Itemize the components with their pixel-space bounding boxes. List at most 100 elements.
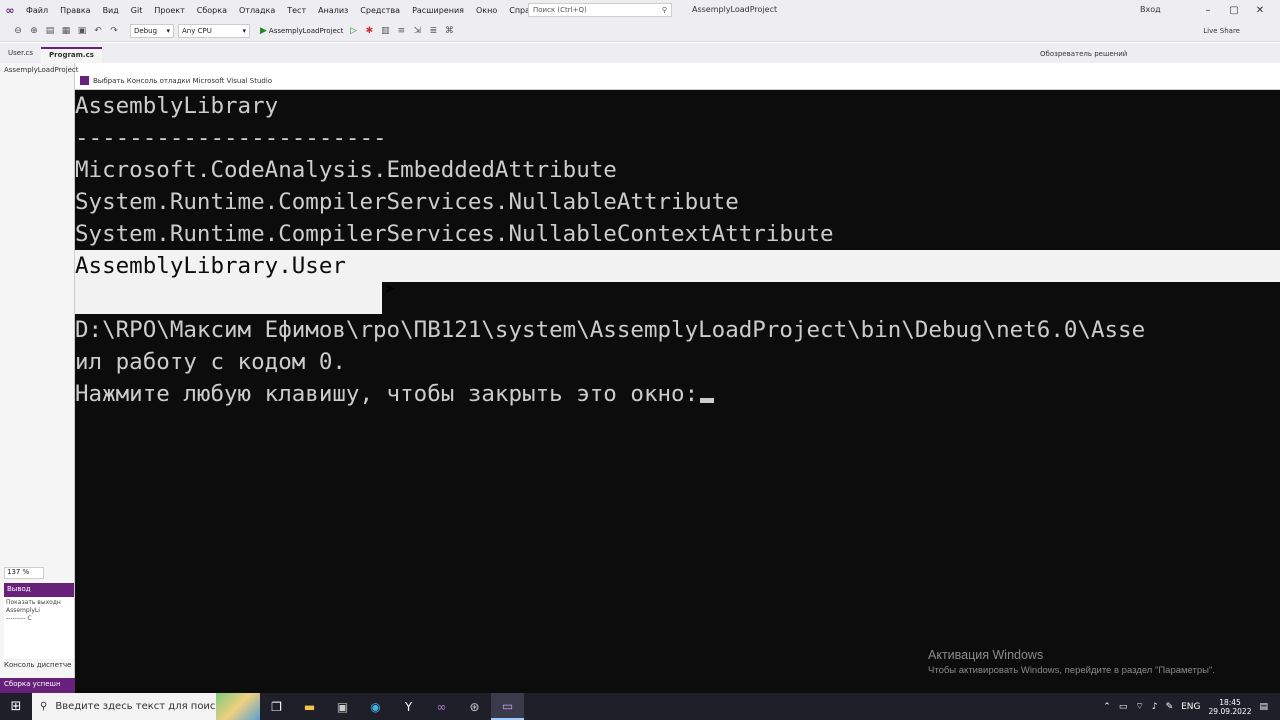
wifi-icon[interactable]: ⌔: [1135, 701, 1143, 712]
back-icon[interactable]: ⊖: [12, 25, 24, 37]
menu-item-analyze[interactable]: Анализ: [312, 6, 354, 15]
sign-in-link[interactable]: Вход: [1140, 5, 1161, 14]
windows-activation-watermark: Активация Windows Чтобы активировать Win…: [928, 648, 1215, 676]
console-line: ил работу с кодом 0.: [75, 349, 346, 375]
search-icon: ⚲: [661, 6, 667, 14]
clock-date: 29.09.2022: [1208, 706, 1252, 716]
mouse-pointer-icon: ➤: [384, 281, 396, 297]
maximize-icon[interactable]: ▢: [1226, 2, 1242, 18]
chevron-down-icon: ▾: [242, 26, 246, 35]
console-prompt-text: Нажмите любую клавишу, чтобы закрыть это…: [75, 381, 699, 407]
language-indicator[interactable]: ENG: [1181, 702, 1200, 712]
configuration-value: Debug: [134, 26, 158, 35]
taskbar-search-input[interactable]: ⚲ Введите здесь текст для поиска: [32, 693, 260, 720]
live-share-button[interactable]: Live Share: [1203, 27, 1240, 35]
menu-item-git[interactable]: Git: [125, 6, 149, 15]
output-line: Показать выходн: [6, 599, 61, 606]
windows-start-icon[interactable]: ⊞: [0, 693, 32, 720]
redo-icon[interactable]: ↷: [108, 25, 120, 37]
menu-item-window[interactable]: Окно: [470, 6, 503, 15]
pen-icon[interactable]: ✎: [1166, 702, 1174, 712]
menu-item-test[interactable]: Тест: [281, 6, 312, 15]
new-project-icon[interactable]: ▤: [44, 25, 56, 37]
volume-icon[interactable]: ♪: [1152, 702, 1158, 712]
console-line: Microsoft.CodeAnalysis.EmbeddedAttribute: [75, 157, 617, 183]
tab-program-cs[interactable]: Program.cs: [41, 47, 102, 63]
vs-menu-bar: ∞ Файл Правка Вид Git Проект Сборка Отла…: [0, 0, 1280, 20]
console-title-bar[interactable]: Выбрать Консоль отладки Microsoft Visual…: [75, 72, 1280, 90]
menu-item-project[interactable]: Проект: [148, 6, 190, 15]
hot-reload-icon[interactable]: ✱: [363, 25, 375, 37]
tab-user-cs[interactable]: User.cs: [0, 47, 41, 63]
visual-studio-icon[interactable]: ∞: [425, 693, 458, 720]
play-icon: ▶: [260, 25, 267, 36]
yandex-browser-icon[interactable]: Y: [392, 693, 425, 720]
text-selection-highlight: [75, 282, 382, 314]
save-icon[interactable]: ▣: [76, 25, 88, 37]
search-highlight-image: [216, 693, 260, 720]
menu-item-debug[interactable]: Отладка: [233, 6, 281, 15]
forward-icon[interactable]: ⊕: [28, 25, 40, 37]
menu-item-view[interactable]: Вид: [97, 6, 125, 15]
console-line-selected: AssemblyLibrary.User: [75, 253, 346, 279]
status-bar: Сборка успешн: [0, 678, 75, 693]
console-line: AssemblyLibrary: [75, 93, 279, 119]
toolbar-icon[interactable]: ▥: [379, 25, 391, 37]
bookmark-icon[interactable]: ⌘: [443, 25, 455, 37]
tab-console[interactable]: Консоль диспетче: [4, 661, 71, 669]
menu-item-build[interactable]: Сборка: [191, 6, 233, 15]
edge-icon[interactable]: ◉: [359, 693, 392, 720]
debug-console-window[interactable]: Выбрать Консоль отладки Microsoft Visual…: [75, 72, 1280, 693]
vs-window-title: AssemplyLoadProject: [692, 5, 778, 14]
vs-search-input[interactable]: Поиск (Ctrl+Q) ⚲: [528, 3, 672, 17]
console-taskbar-icon[interactable]: ▭: [491, 693, 524, 720]
close-icon[interactable]: ✕: [1252, 2, 1268, 18]
output-panel-body: Показать выходн AssemplyLi --------- C: [4, 597, 74, 659]
platform-value: Any CPU: [182, 26, 212, 35]
open-icon[interactable]: ▦: [60, 25, 72, 37]
notifications-icon[interactable]: ▤: [1259, 702, 1268, 712]
menu-item-extensions[interactable]: Расширения: [406, 6, 470, 15]
console-line: -----------------------: [75, 125, 387, 151]
file-explorer-icon[interactable]: ▬: [293, 693, 326, 720]
clock[interactable]: 18:45 29.09.2022: [1209, 698, 1252, 716]
output-panel-title[interactable]: Вывод: [4, 583, 74, 597]
zoom-select[interactable]: 137 %: [4, 567, 44, 579]
configuration-select[interactable]: Debug ▾: [130, 23, 174, 38]
output-line: AssemplyLi: [6, 607, 40, 614]
console-line: System.Runtime.CompilerServices.Nullable…: [75, 221, 834, 247]
menu-item-edit[interactable]: Правка: [54, 6, 96, 15]
console-title: Выбрать Консоль отладки Microsoft Visual…: [93, 76, 273, 85]
taskbar-search-placeholder: Введите здесь текст для поиска: [55, 701, 228, 712]
visual-studio-logo-icon[interactable]: ∞: [0, 0, 20, 20]
start-debugging-button[interactable]: ▶ AssemplyLoadProject: [260, 26, 343, 36]
search-icon: ⚲: [40, 701, 48, 712]
store-icon[interactable]: ▣: [326, 693, 359, 720]
vs-toolbar: ⊖ ⊕ ▤ ▦ ▣ ↶ ↷ Debug ▾ Any CPU ▾ ▶ Assemply…: [0, 20, 1280, 42]
git-client-icon[interactable]: ⊛: [458, 693, 491, 720]
console-line: System.Runtime.CompilerServices.Nullable…: [75, 189, 739, 215]
toolbar-icon[interactable]: ⇲: [411, 25, 423, 37]
toolbar-icon[interactable]: ≡: [395, 25, 407, 37]
solution-explorer-title[interactable]: Обозреватель решений: [1040, 50, 1127, 58]
task-view-icon[interactable]: ❐: [260, 693, 293, 720]
menu-item-file[interactable]: Файл: [20, 6, 54, 15]
undo-icon[interactable]: ↶: [92, 25, 104, 37]
output-line: --------- C: [6, 615, 32, 622]
network-icon[interactable]: ▭: [1119, 702, 1128, 712]
console-output[interactable]: AssemblyLibrary ----------------------- …: [75, 90, 1280, 693]
chevron-up-icon[interactable]: ⌃: [1103, 702, 1111, 712]
console-app-icon: [80, 76, 89, 85]
clock-time: 18:45: [1219, 697, 1241, 707]
vs-search-placeholder: Поиск (Ctrl+Q): [533, 6, 587, 14]
run-target-label: AssemplyLoadProject: [268, 26, 344, 35]
project-dropdown[interactable]: AssemplyLoadProject: [4, 66, 78, 74]
platform-select[interactable]: Any CPU ▾: [178, 23, 250, 38]
windows-taskbar: ⊞ ⚲ Введите здесь текст для поиска ❐ ▬ ▣…: [0, 693, 1280, 720]
minimize-icon[interactable]: –: [1200, 2, 1216, 18]
watermark-subtitle: Чтобы активировать Windows, перейдите в …: [928, 665, 1215, 676]
run-without-debug-icon[interactable]: ▷: [347, 25, 359, 37]
chevron-down-icon: ▾: [166, 26, 170, 35]
toolbar-icon[interactable]: ≣: [427, 25, 439, 37]
menu-item-tools[interactable]: Средства: [354, 6, 406, 15]
